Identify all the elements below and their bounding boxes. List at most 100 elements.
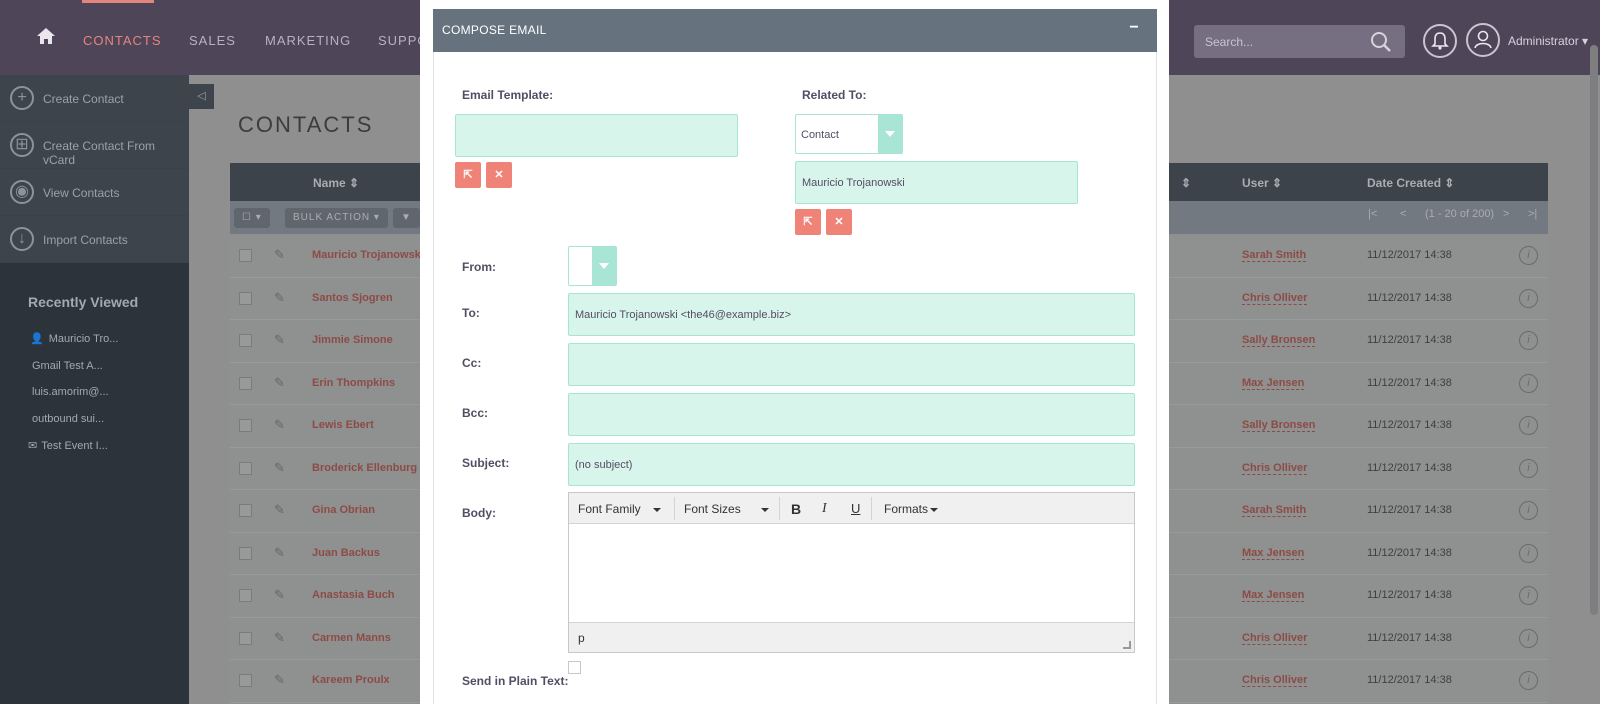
contact-name-link[interactable]: Carmen Manns [312,632,391,644]
row-checkbox[interactable] [239,589,252,602]
italic-button[interactable]: I [822,501,827,517]
editor-content-area[interactable] [569,524,1134,622]
contact-name-link[interactable]: Anastasia Buch [312,589,395,601]
first-page-button[interactable]: |< [1368,208,1377,228]
nav-marketing[interactable]: MARKETING [265,33,351,48]
column-header-name[interactable]: Name ⇕ [313,176,359,190]
clear-related-button[interactable]: ✕ [826,209,852,235]
row-checkbox[interactable] [239,461,252,475]
row-checkbox[interactable] [239,631,252,645]
info-icon[interactable]: i [1519,373,1538,393]
assigned-user-link[interactable]: Sally Bronsen [1242,334,1316,347]
info-icon[interactable]: i [1519,501,1538,520]
contact-name-link[interactable]: Santos Sjogren [312,292,393,304]
assigned-user-link[interactable]: Sally Bronsen [1242,419,1316,432]
pencil-icon[interactable]: ✎ [274,417,285,433]
info-icon[interactable]: i [1519,543,1538,563]
sidebar-action-create-contact[interactable]: + Create Contact [0,75,189,122]
filter-icon[interactable]: ▼ [393,208,420,228]
pencil-icon[interactable]: ✎ [274,502,285,518]
pencil-icon[interactable]: ✎ [274,332,285,348]
recent-item[interactable]: outbound sui... [32,413,104,425]
info-icon[interactable]: i [1519,458,1538,478]
font-family-dropdown[interactable]: Font Family [578,502,661,516]
contact-name-link[interactable]: Jimmie Simone [312,334,393,346]
contact-name-link[interactable]: Broderick Ellenburg [312,462,417,474]
notification-bell-icon[interactable] [1423,24,1457,58]
row-checkbox[interactable] [239,334,252,347]
contact-name-link[interactable]: Erin Thompkins [312,377,395,389]
search-icon[interactable] [1370,31,1392,53]
bold-button[interactable]: B [791,501,801,517]
sidebar-collapse-button[interactable]: ◁ [189,84,214,109]
assigned-user-link[interactable]: Sarah Smith [1242,249,1307,262]
assigned-user-link[interactable]: Max Jensen [1242,547,1305,560]
select-all-dropdown[interactable]: ☐ ▾ [234,208,270,228]
user-avatar-icon[interactable] [1466,23,1500,57]
pencil-icon[interactable]: ✎ [274,375,285,391]
plain-text-checkbox[interactable] [568,661,581,674]
pencil-icon[interactable]: ✎ [274,290,285,306]
formats-dropdown[interactable]: Formats [884,502,939,516]
info-icon[interactable]: i [1519,671,1538,690]
resize-handle-icon[interactable] [1123,641,1131,649]
user-menu[interactable]: Administrator ▾ [1508,34,1588,48]
row-checkbox[interactable] [239,504,252,517]
contact-name-link[interactable]: Lewis Ebert [312,419,374,431]
row-checkbox[interactable] [239,419,252,432]
sidebar-action-view-contacts[interactable]: ◉ View Contacts [0,169,189,216]
info-icon[interactable]: i [1519,416,1538,435]
sort-icon[interactable]: ⇕ [1181,176,1191,190]
info-icon[interactable]: i [1519,331,1538,350]
bulk-action-button[interactable]: BULK ACTION ▾ [285,208,388,228]
info-icon[interactable]: i [1519,288,1538,308]
info-icon[interactable]: i [1519,586,1538,605]
column-header-user[interactable]: User ⇕ [1242,176,1282,190]
nav-sales[interactable]: SALES [189,33,236,48]
from-select[interactable] [568,246,617,286]
recent-item[interactable]: ✉ Test Event I... [28,439,108,452]
cc-field[interactable] [568,343,1135,386]
recent-item[interactable]: Gmail Test A... [32,360,103,372]
contact-name-link[interactable]: Gina Obrian [312,504,375,516]
prev-page-button[interactable]: < [1400,208,1406,228]
sidebar-action-import-contacts[interactable]: ↓ Import Contacts [0,216,189,263]
pencil-icon[interactable]: ✎ [274,672,285,688]
next-page-button[interactable]: > [1503,208,1509,228]
row-checkbox[interactable] [239,291,252,305]
related-to-name-field[interactable]: Mauricio Trojanowski [795,161,1078,204]
subject-field[interactable]: (no subject) [568,443,1135,486]
to-field[interactable]: Mauricio Trojanowski <the46@example.biz> [568,293,1135,336]
assigned-user-link[interactable]: Max Jensen [1242,589,1305,602]
pencil-icon[interactable]: ✎ [274,247,285,263]
contact-name-link[interactable]: Kareem Proulx [312,674,390,686]
related-to-type-select[interactable]: Contact [795,114,903,154]
recent-item[interactable]: 👤 Mauricio Tro... [30,332,118,345]
info-icon[interactable]: i [1519,246,1538,265]
bcc-field[interactable] [568,393,1135,436]
assigned-user-link[interactable]: Chris Olliver [1242,292,1308,305]
contact-name-link[interactable]: Juan Backus [312,547,380,559]
assigned-user-link[interactable]: Sarah Smith [1242,504,1307,517]
clear-template-button[interactable]: ✕ [486,162,512,188]
select-template-button[interactable]: ⇱ [455,162,481,188]
row-checkbox[interactable] [239,376,252,390]
row-checkbox[interactable] [239,674,252,687]
pencil-icon[interactable]: ✎ [274,460,285,476]
home-icon[interactable] [36,27,56,45]
assigned-user-link[interactable]: Max Jensen [1242,377,1305,390]
pencil-icon[interactable]: ✎ [274,545,285,561]
row-checkbox[interactable] [239,249,252,262]
underline-button[interactable]: U [851,501,860,516]
column-header-date-created[interactable]: Date Created ⇕ [1367,176,1454,190]
pencil-icon[interactable]: ✎ [274,630,285,646]
select-related-button[interactable]: ⇱ [795,209,821,235]
assigned-user-link[interactable]: Chris Olliver [1242,462,1308,475]
minus-icon[interactable]: − [1123,19,1145,41]
sidebar-action-create-vcard[interactable]: ⊞ Create Contact From vCard [0,122,189,169]
pencil-icon[interactable]: ✎ [274,587,285,603]
nav-contacts[interactable]: CONTACTS [83,33,162,48]
row-checkbox[interactable] [239,546,252,560]
info-icon[interactable]: i [1519,628,1538,648]
assigned-user-link[interactable]: Chris Olliver [1242,674,1308,687]
